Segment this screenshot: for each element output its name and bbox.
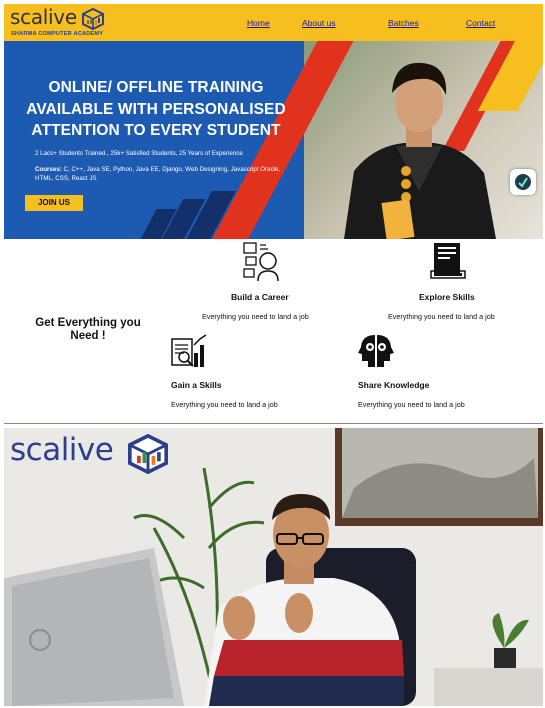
feature-description: Everything you need to land a job [202, 312, 309, 321]
logo-wordmark: scalive [10, 5, 77, 29]
features-tagline: Get Everything you Need ! [35, 317, 141, 342]
feature-description: Everything you need to land a job [358, 400, 465, 409]
feature-title: Share Knowledge [358, 380, 430, 390]
nav-about-link[interactable]: About us [302, 18, 336, 28]
student-photo [344, 62, 496, 239]
logo-subtitle: SHARMA COMPUTER ACADEMY [11, 31, 104, 37]
feature-title: Build a Career [231, 292, 289, 302]
join-us-button[interactable]: JOIN US [25, 195, 83, 211]
feature-title: Explore Skills [419, 292, 475, 302]
feature-title: Gain a Skills [171, 380, 222, 390]
intro-video[interactable]: scalive [4, 428, 543, 706]
analytics-icon [171, 334, 207, 367]
feature-description: Everything you need to land a job [388, 312, 495, 321]
nav-contact-link[interactable]: Contact [466, 18, 495, 28]
site-header: scalive SHARMA COMPUTER ACADEMY Home Abo… [4, 4, 543, 41]
section-divider [4, 423, 543, 424]
features-section: Get Everything you Need ! Build a Career… [4, 239, 543, 423]
cube-logo-icon [82, 8, 104, 30]
programming-book-icon [430, 243, 466, 279]
chat-widget-button[interactable] [510, 169, 536, 195]
courses-label: Courses: [35, 166, 62, 173]
career-icon [243, 242, 279, 281]
hero-headline: ONLINE/ OFFLINE TRAINING AVAILABLE WITH … [26, 79, 286, 139]
hero-stats: 2 Lacs+ Students Trained., 25k+ Satisfie… [35, 150, 243, 157]
cube-logo-icon [128, 434, 168, 474]
feature-description: Everything you need to land a job [171, 400, 278, 409]
video-logo: scalive [10, 432, 170, 480]
brain-heads-icon [358, 335, 394, 367]
courses-list: C, C++, Java SE, Python, Java EE, Django… [35, 166, 281, 182]
hero-courses: Courses: C, C++, Java SE, Python, Java E… [35, 165, 295, 183]
nav-batches-link[interactable]: Batches [388, 18, 419, 28]
hero-banner: ONLINE/ OFFLINE TRAINING AVAILABLE WITH … [4, 41, 543, 239]
site-logo[interactable]: scalive SHARMA COMPUTER ACADEMY [10, 5, 106, 39]
chat-widget-icon [515, 174, 531, 190]
video-logo-wordmark: scalive [10, 432, 114, 468]
nav-home-link[interactable]: Home [247, 18, 270, 28]
